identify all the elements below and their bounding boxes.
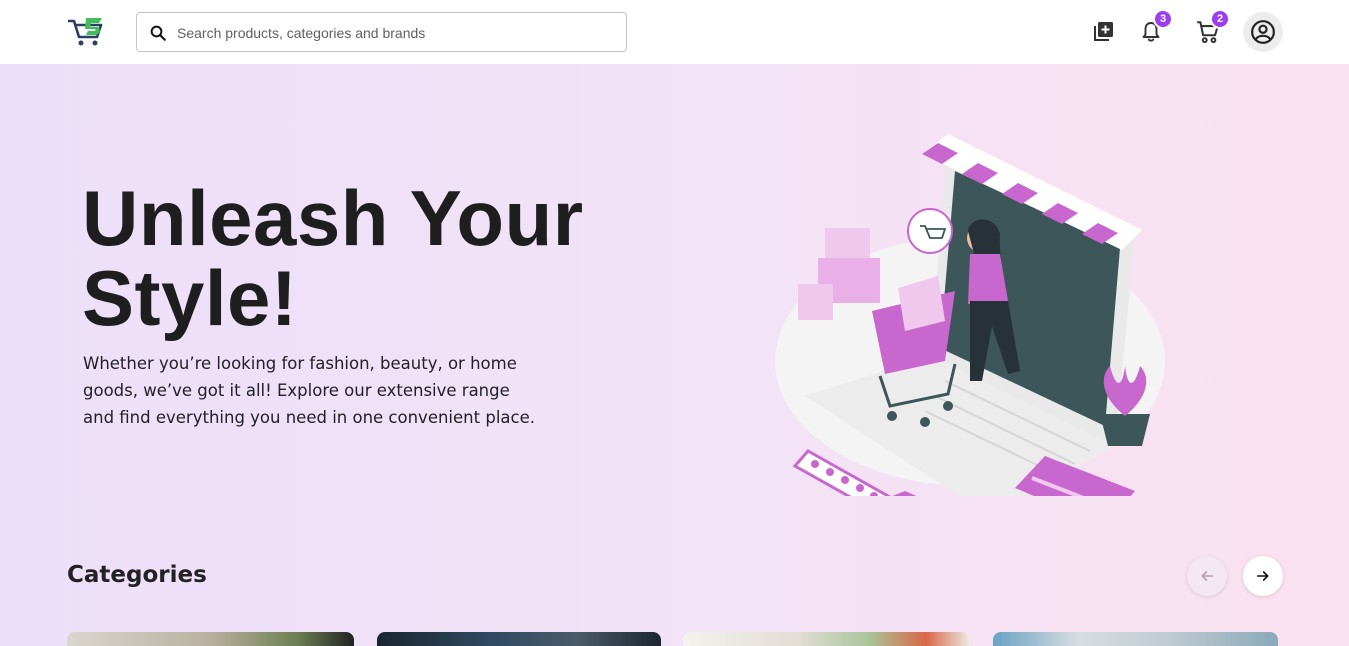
cart-badge: 2 <box>1210 9 1230 29</box>
add-box-icon <box>1094 22 1113 41</box>
category-card[interactable] <box>67 632 354 646</box>
hero-title: Unleash Your Style! <box>82 178 702 338</box>
top-header: 3 2 <box>0 0 1349 64</box>
category-card[interactable] <box>993 632 1278 646</box>
site-logo[interactable] <box>66 17 106 47</box>
account-button[interactable] <box>1243 12 1283 52</box>
shopping-illustration: L <box>775 134 1165 496</box>
hero-title-line-1: Unleash Your <box>82 174 584 262</box>
account-circle-icon <box>1251 20 1275 44</box>
hero-subtitle: Whether you’re looking for fashion, beau… <box>83 354 535 427</box>
search-bar[interactable] <box>136 12 627 52</box>
arrow-right-icon <box>1256 571 1269 581</box>
categories-next-button[interactable] <box>1243 556 1283 596</box>
search-icon <box>150 25 166 41</box>
search-input[interactable] <box>177 22 607 44</box>
categories-heading: Categories <box>67 562 207 588</box>
hero-title-line-2: Style! <box>82 254 298 342</box>
cart-logo-icon <box>68 18 103 46</box>
category-card[interactable] <box>683 632 969 646</box>
category-card[interactable] <box>377 632 661 646</box>
hero-banner: Unleash Your Style! Whether you’re looki… <box>0 64 1349 646</box>
cart-button[interactable]: 2 <box>1188 9 1230 52</box>
categories-prev-button[interactable] <box>1187 556 1227 596</box>
notifications-button[interactable]: 3 <box>1131 9 1173 52</box>
notifications-badge: 3 <box>1153 9 1173 29</box>
arrow-left-icon <box>1201 571 1214 581</box>
add-product-button[interactable] <box>1083 12 1123 52</box>
